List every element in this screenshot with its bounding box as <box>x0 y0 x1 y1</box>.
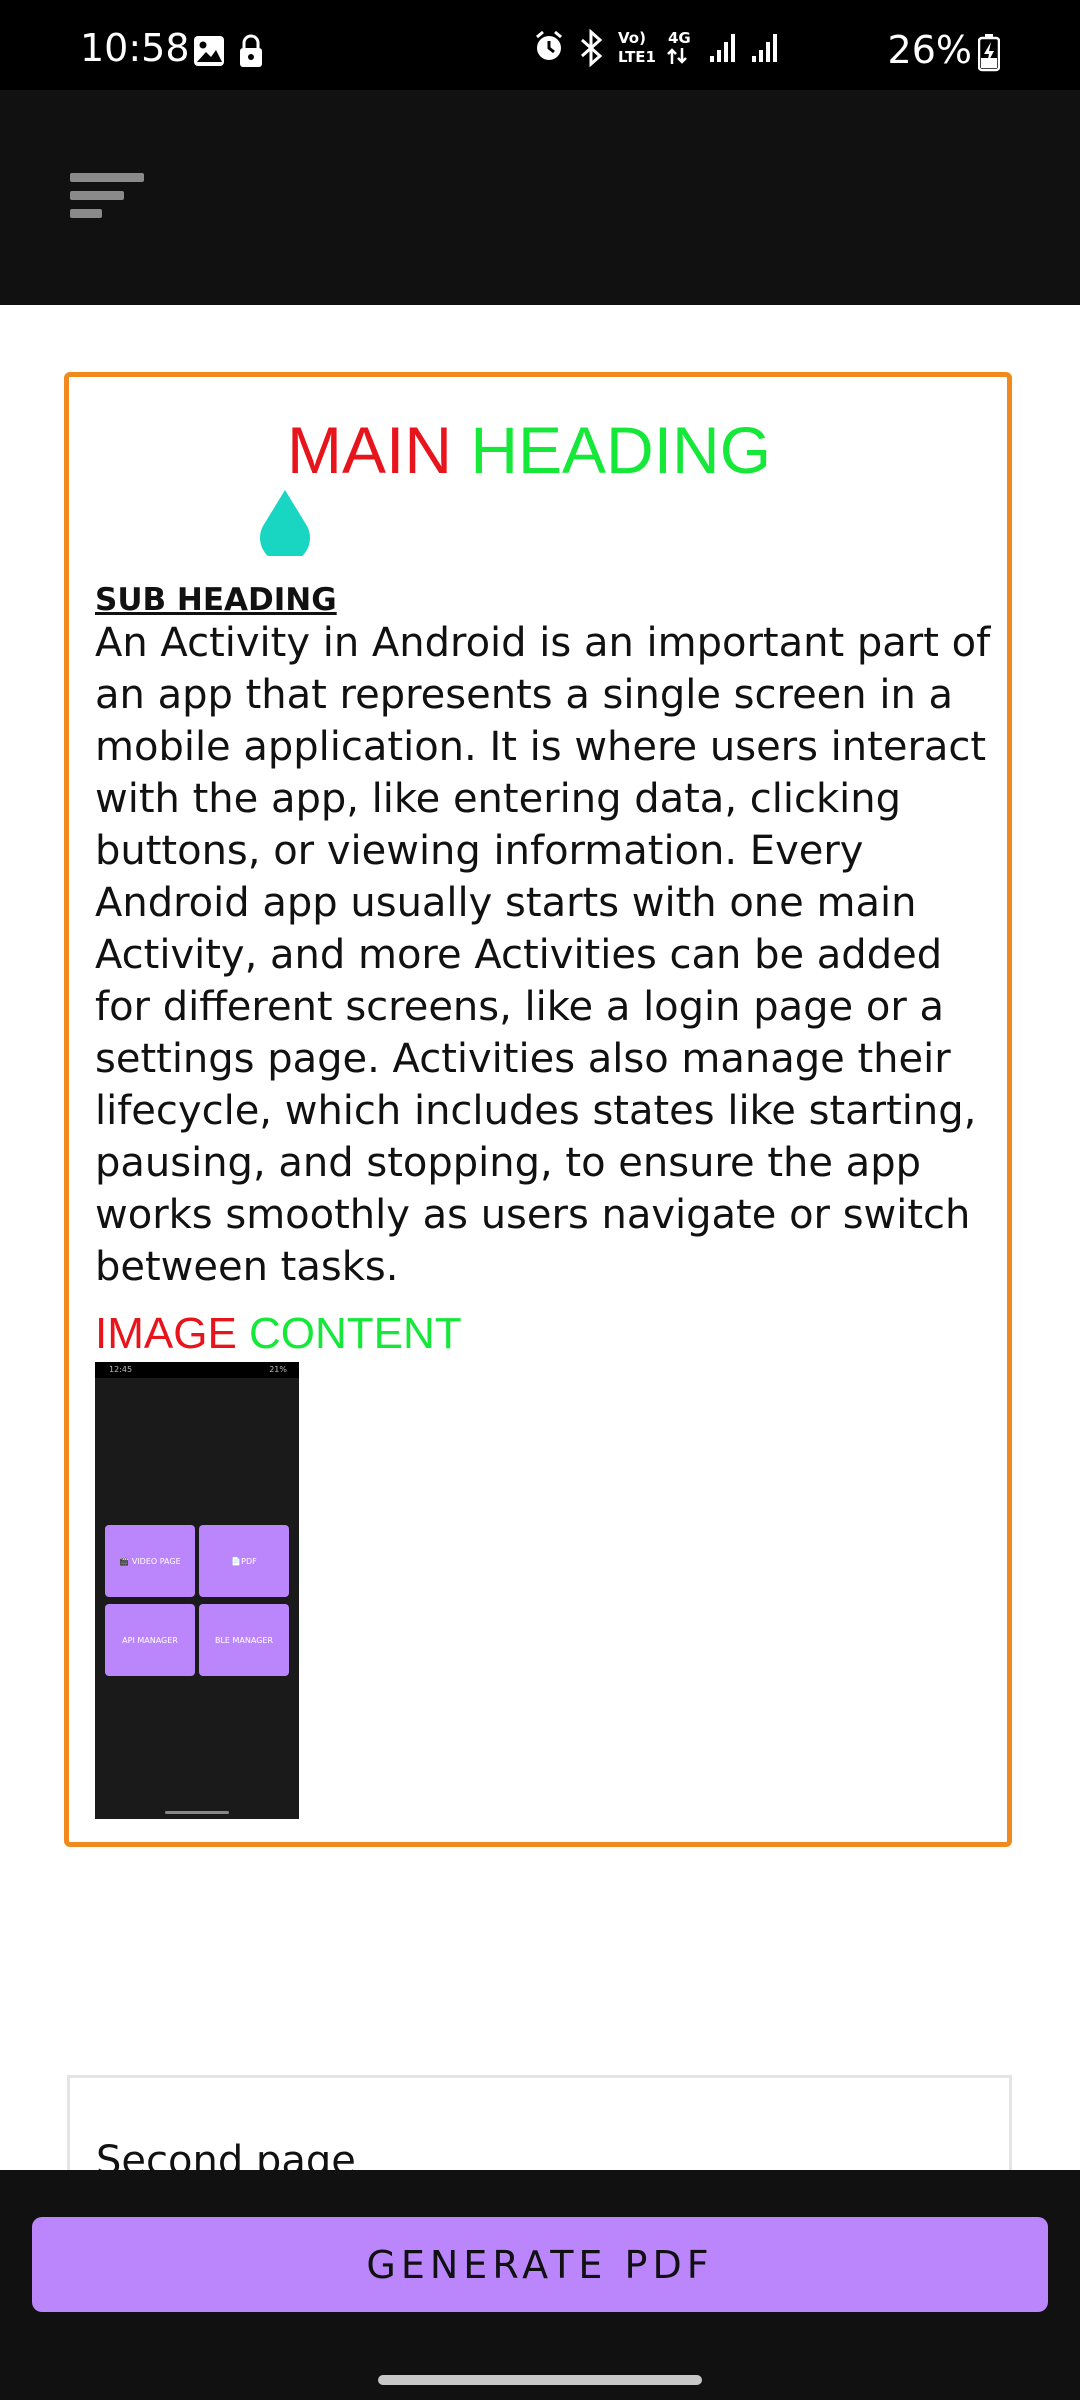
alarm-icon <box>536 30 562 60</box>
battery-charging-icon <box>978 34 1000 72</box>
thumbnail-api-manager-button: API MANAGER <box>105 1604 195 1676</box>
app-bar <box>0 90 1080 305</box>
bottom-action-bar: GENERATE PDF <box>0 2170 1080 2400</box>
sub-heading: SUB HEADING <box>95 582 337 618</box>
main-heading-part2: HEADING <box>470 413 772 487</box>
pdf-preview-page: MAIN HEADING SUB HEADING An Activity in … <box>64 372 1012 1847</box>
svg-text:4G: 4G <box>668 29 691 47</box>
sort-menu-icon[interactable] <box>70 173 144 223</box>
status-bar: 10:58 Vo) LTE1 4G 26% <box>0 0 1080 90</box>
4g-icon: 4G <box>667 29 691 64</box>
status-right-icons: Vo) LTE1 4G <box>536 28 777 68</box>
thumbnail-ble-manager-button: BLE MANAGER <box>199 1604 289 1676</box>
image-icon <box>194 36 224 66</box>
svg-text:LTE1: LTE1 <box>618 48 656 66</box>
signal-icon <box>710 34 735 62</box>
text-cursor-handle-icon[interactable] <box>257 490 313 556</box>
main-heading-part1: MAIN <box>287 413 452 487</box>
lock-icon <box>240 34 262 67</box>
generate-pdf-button[interactable]: GENERATE PDF <box>32 2217 1048 2312</box>
signal-icon <box>752 34 777 62</box>
status-left-icons <box>194 34 262 67</box>
image-heading-part1: IMAGE <box>95 1309 237 1358</box>
thumbnail-pdf-button: 📄PDF <box>199 1525 289 1597</box>
status-time: 10:58 <box>80 26 190 70</box>
bluetooth-icon <box>581 28 603 68</box>
main-heading: MAIN HEADING <box>287 417 771 483</box>
volte-icon: Vo) LTE1 <box>618 29 656 66</box>
image-heading-part2: CONTENT <box>249 1309 462 1358</box>
gesture-navigation-bar[interactable] <box>378 2375 702 2385</box>
body-paragraph: An Activity in Android is an important p… <box>95 620 991 1290</box>
thumbnail-status-bar: 12:45 21% <box>95 1362 299 1378</box>
thumbnail-gesture-bar <box>165 1811 229 1814</box>
screenshot-thumbnail: 12:45 21% 🎬 VIDEO PAGE 📄PDF API MANAGER … <box>95 1362 299 1819</box>
image-heading: IMAGE CONTENT <box>95 1309 462 1359</box>
svg-text:Vo): Vo) <box>618 29 646 47</box>
battery-percent: 26% <box>887 28 972 72</box>
thumbnail-video-page-button: 🎬 VIDEO PAGE <box>105 1525 195 1597</box>
